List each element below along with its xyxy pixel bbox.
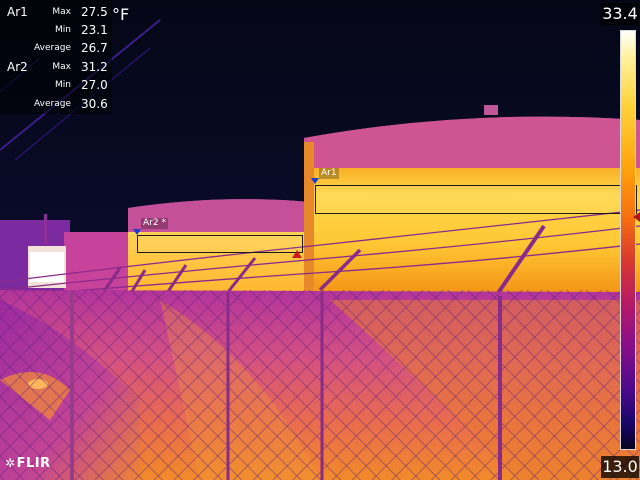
scale-max-value: 33.4 xyxy=(601,3,639,25)
ar1-max-value: 27.5 xyxy=(81,5,108,19)
thermal-image-view: Ar1 Max 27.5 Min 23.1 Average 26.7 Ar2 M… xyxy=(0,0,640,480)
measurement-panel: Ar1 Max 27.5 Min 23.1 Average 26.7 Ar2 M… xyxy=(0,0,112,114)
ar2-measurement-box[interactable] xyxy=(137,235,303,253)
ar2-max-marker-icon xyxy=(292,250,302,258)
ar2-avg-value: 30.6 xyxy=(81,97,108,111)
ar2-min-row: Min 27.0 xyxy=(0,77,112,93)
temperature-scale-bar xyxy=(620,30,636,450)
ar1-avg-value: 26.7 xyxy=(81,41,108,55)
ar2-max-value: 31.2 xyxy=(81,60,108,74)
ar2-avg-label: Average xyxy=(34,99,71,109)
ar1-avg-row: Average 26.7 xyxy=(0,40,112,56)
scale-level-marker-icon xyxy=(633,212,640,222)
ar1-measurement-box[interactable] xyxy=(315,185,637,214)
ar1-min-row: Min 23.1 xyxy=(0,22,112,38)
scale-min-value: 13.0 xyxy=(601,456,639,478)
ar2-max-label: Max xyxy=(52,62,71,72)
ar2-min-marker-icon xyxy=(133,229,141,235)
temperature-unit: °F xyxy=(112,5,130,24)
ar2-avg-row: Average 30.6 xyxy=(0,96,112,112)
flir-logo-text: FLIR xyxy=(16,456,51,471)
ar1-max-row: Ar1 Max 27.5 xyxy=(0,4,112,20)
ar1-box-label: Ar1 xyxy=(319,168,339,179)
ar1-min-marker-icon xyxy=(311,178,319,184)
ar2-max-row: Ar2 Max 31.2 xyxy=(0,59,112,75)
ar1-min-label: Min xyxy=(55,25,71,35)
ar2-min-value: 27.0 xyxy=(81,78,108,92)
ar2-box-label: Ar2 * xyxy=(141,218,168,229)
ar1-min-value: 23.1 xyxy=(81,23,108,37)
flir-logo: ✲FLIR xyxy=(5,456,51,471)
ar2-min-label: Min xyxy=(55,80,71,90)
ar1-max-label: Max xyxy=(52,7,71,17)
flir-mark-icon: ✲ xyxy=(5,456,16,470)
ar1-avg-label: Average xyxy=(34,43,71,53)
